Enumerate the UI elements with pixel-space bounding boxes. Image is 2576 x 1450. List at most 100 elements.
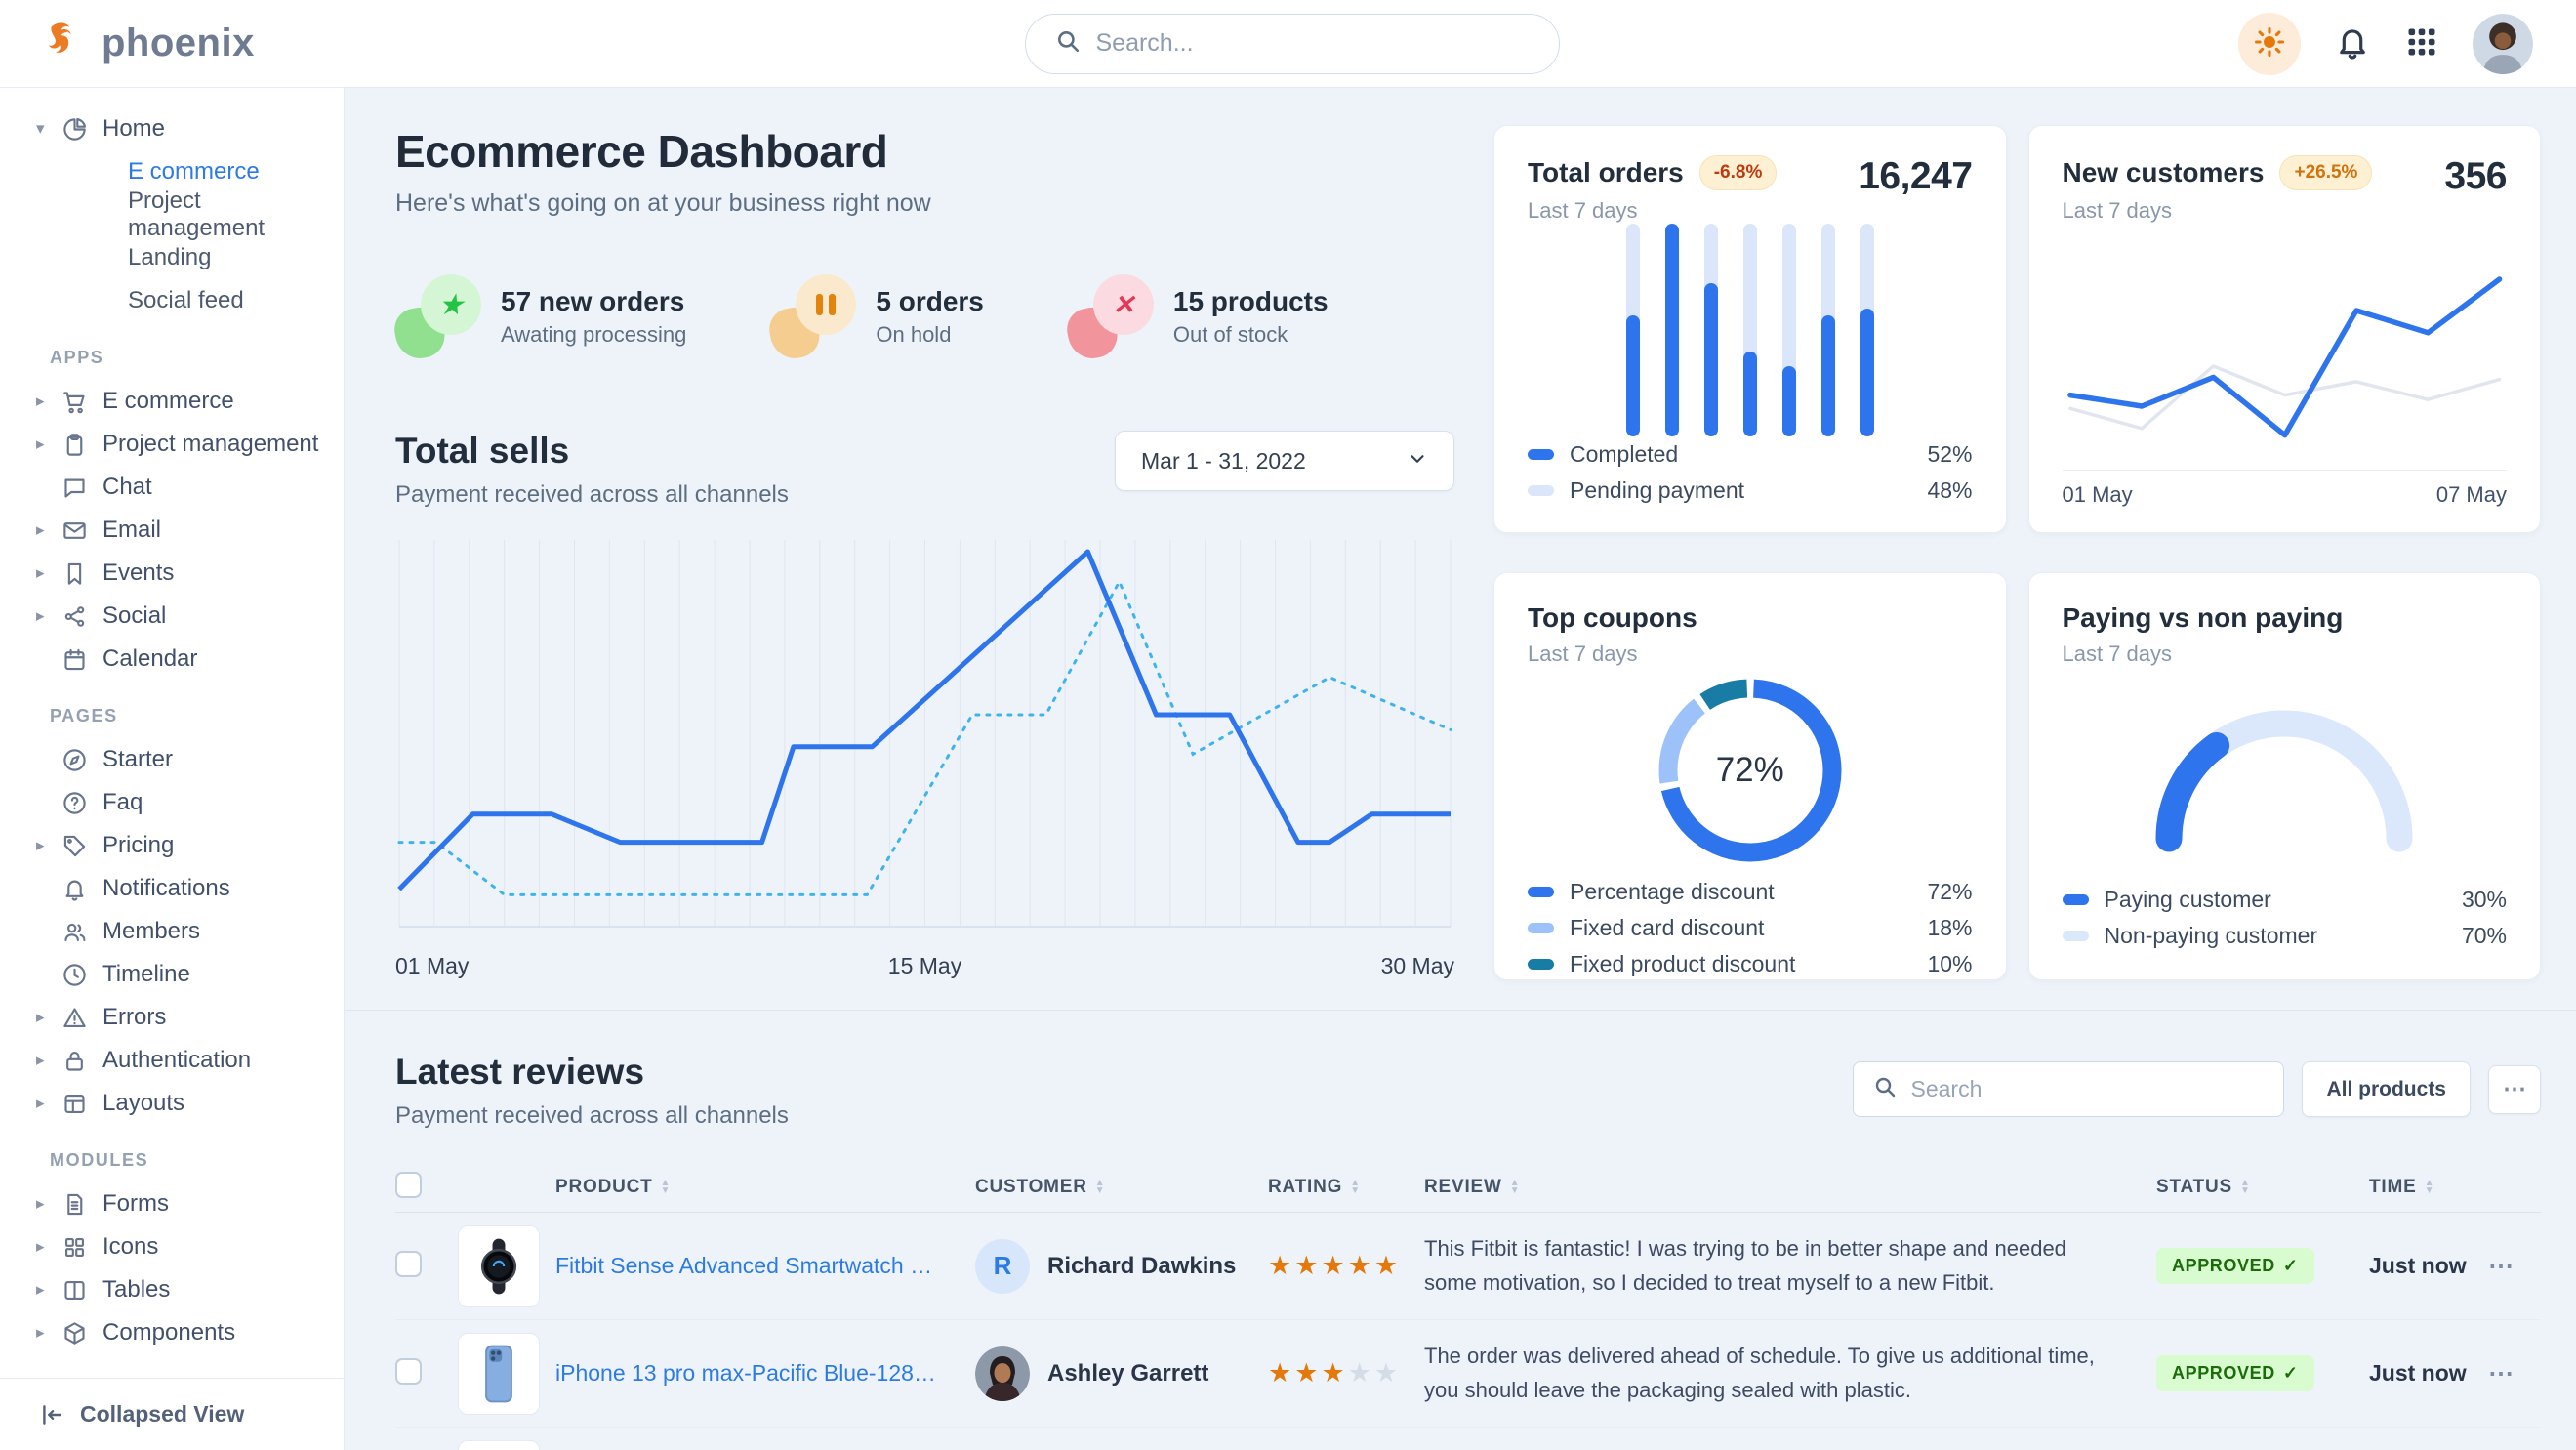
sidebar-item-chat[interactable]: ▸Chat [36, 466, 334, 509]
reviews-search[interactable] [1853, 1061, 2284, 1117]
table-row: Fitbit Sense Advanced Smartwatch with To… [395, 1213, 2541, 1320]
sidebar-item-icons[interactable]: ▸Icons [36, 1225, 334, 1268]
caret-right-icon: ▸ [36, 435, 61, 454]
global-search[interactable] [1025, 14, 1560, 74]
card-period: Last 7 days [2063, 198, 2373, 224]
chat-icon [61, 475, 97, 501]
select-all-checkbox[interactable] [395, 1172, 422, 1198]
customer-name: Ashley Garrett [1047, 1360, 1208, 1388]
paying-gauge-chart [2063, 667, 2508, 882]
sidebar-item-components[interactable]: ▸Components [36, 1311, 334, 1354]
column-header-product[interactable]: PRODUCT▲▼ [555, 1177, 975, 1198]
bell-icon [2334, 23, 2371, 63]
brand-logo[interactable]: phoenix [43, 19, 346, 68]
reviews-table: PRODUCT▲▼CUSTOMER▲▼RATING▲▼REVIEW▲▼STATU… [395, 1163, 2541, 1450]
sidebar-item-social-feed[interactable]: Social feed [36, 279, 334, 322]
check-icon: ✓ [2283, 1256, 2299, 1276]
sidebar-item-home[interactable]: ▾Home [36, 107, 334, 150]
mail-icon [61, 518, 97, 544]
sidebar-item-timeline[interactable]: ▸Timeline [36, 953, 334, 996]
all-products-filter-button[interactable]: All products [2302, 1061, 2471, 1117]
total-sells-title: Total sells [395, 431, 789, 472]
notifications-button[interactable] [2334, 23, 2371, 63]
sidebar-item-forms[interactable]: ▸Forms [36, 1182, 334, 1225]
date-range-value: Mar 1 - 31, 2022 [1141, 448, 1306, 475]
date-range-select[interactable]: Mar 1 - 31, 2022 [1115, 431, 1454, 491]
sidebar-item-email[interactable]: ▸Email [36, 509, 334, 552]
cart-icon [61, 389, 97, 415]
sidebar-item-errors[interactable]: ▸Errors [36, 996, 334, 1039]
theme-toggle-button[interactable] [2238, 13, 2301, 75]
column-header-review[interactable]: REVIEW▲▼ [1424, 1177, 2156, 1198]
sidebar-item-members[interactable]: ▸Members [36, 910, 334, 953]
sidebar-item-landing[interactable]: Landing [36, 236, 334, 279]
share-icon [61, 603, 97, 630]
search-icon [1055, 28, 1081, 59]
sidebar-item-e-commerce[interactable]: ▸E commerce [36, 380, 334, 423]
axis-label: 01 May [2063, 482, 2133, 508]
sort-icon[interactable]: ▲▼ [661, 1180, 672, 1195]
sidebar-section-label: APPS [50, 348, 334, 368]
coupons-legend: Percentage discount72%Fixed card discoun… [1528, 874, 1973, 982]
sidebar-item-faq[interactable]: ▸Faq [36, 781, 334, 824]
product-link[interactable]: iPhone 13 pro max-Pacific Blue-128GB sto… [555, 1360, 975, 1387]
sidebar-item-tables[interactable]: ▸Tables [36, 1268, 334, 1311]
column-header-time[interactable]: TIME▲▼ [2342, 1177, 2488, 1198]
caret-right-icon: ▸ [36, 520, 61, 540]
box-icon [61, 1320, 97, 1346]
legend-item: Pending payment48% [1528, 473, 1973, 509]
product-thumbnail[interactable] [458, 1225, 540, 1307]
sidebar-item-notifications[interactable]: ▸Notifications [36, 867, 334, 910]
status-badge: APPROVED ✓ [2156, 1355, 2314, 1391]
search-input[interactable] [1096, 29, 1530, 58]
sort-icon[interactable]: ▲▼ [2425, 1180, 2435, 1195]
apps-menu-button[interactable] [2404, 24, 2439, 62]
legend-item: Fixed card discount18% [1528, 910, 1973, 946]
collapse-label: Collapsed View [80, 1401, 244, 1428]
row-checkbox[interactable] [395, 1358, 422, 1385]
reviews-search-input[interactable] [1910, 1076, 2264, 1102]
user-avatar[interactable] [2473, 14, 2533, 74]
sidebar-item-authentication[interactable]: ▸Authentication [36, 1039, 334, 1082]
collapse-sidebar-button[interactable]: Collapsed View [0, 1378, 344, 1450]
column-header-rating[interactable]: RATING▲▼ [1268, 1177, 1424, 1198]
sidebar-item-pricing[interactable]: ▸Pricing [36, 824, 334, 867]
sidebar-item-project-management[interactable]: Project management [36, 193, 334, 236]
reviews-more-button[interactable]: ⋯ [2488, 1065, 2541, 1114]
product-thumbnail[interactable] [458, 1333, 540, 1415]
calendar-icon [61, 646, 97, 673]
product-thumbnail[interactable] [458, 1440, 540, 1450]
sidebar-item-layouts[interactable]: ▸Layouts [36, 1082, 334, 1125]
row-checkbox[interactable] [395, 1251, 422, 1277]
column-header-status[interactable]: STATUS▲▼ [2156, 1177, 2342, 1198]
iphone-image [469, 1344, 529, 1404]
customer-name: Richard Dawkins [1047, 1253, 1236, 1280]
alert-triangle-icon [61, 1005, 97, 1031]
sidebar-item-starter[interactable]: ▸Starter [36, 738, 334, 781]
stat-value: 5 orders [876, 286, 984, 317]
sort-icon[interactable]: ▲▼ [1350, 1180, 1361, 1195]
stat-value: 57 new orders [501, 286, 686, 317]
column-header-customer[interactable]: CUSTOMER▲▼ [975, 1177, 1268, 1198]
tag-icon [61, 833, 97, 859]
sidebar: ▾HomeE commerceProject managementLanding… [0, 88, 345, 1450]
sidebar-item-calendar[interactable]: ▸Calendar [36, 638, 334, 681]
sidebar-item-project-management[interactable]: ▸Project management [36, 423, 334, 466]
grid-icon [61, 1234, 97, 1261]
legend-item: Completed52% [1528, 436, 1973, 473]
sort-icon[interactable]: ▲▼ [1095, 1180, 1106, 1195]
sort-icon[interactable]: ▲▼ [2240, 1180, 2251, 1195]
caret-right-icon: ▸ [36, 1094, 61, 1113]
row-menu-button[interactable]: ⋯ [2488, 1358, 2515, 1388]
review-time: Just now [2342, 1360, 2488, 1387]
grid-dots-icon [2404, 24, 2439, 62]
product-link[interactable]: Fitbit Sense Advanced Smartwatch with To… [555, 1253, 975, 1279]
new-customers-line-chart [2063, 224, 2508, 470]
sort-icon[interactable]: ▲▼ [1510, 1180, 1521, 1195]
sidebar-item-events[interactable]: ▸Events [36, 552, 334, 595]
check-icon: ✓ [2283, 1363, 2299, 1384]
sidebar-item-social[interactable]: ▸Social [36, 595, 334, 638]
total-sells-chart [395, 534, 1454, 939]
card-title: New customers [2063, 157, 2265, 188]
row-menu-button[interactable]: ⋯ [2488, 1251, 2515, 1280]
